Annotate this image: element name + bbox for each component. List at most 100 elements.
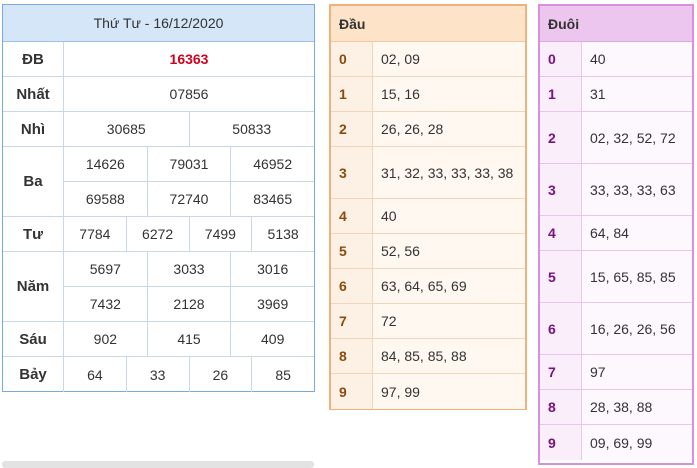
duoi-digit: 0 [540, 42, 582, 76]
results-table: Thứ Tư - 16/12/2020 ĐB 16363 Nhất 07856 Nhì 3… [2, 4, 315, 392]
duoi-row: 0 40 [540, 42, 692, 77]
dau-values: 02, 09 [373, 42, 525, 76]
duoi-values: 16, 26, 26, 56 [582, 303, 692, 354]
prize-number: 64 [87, 366, 103, 383]
prize-number: 5138 [251, 217, 314, 251]
dau-digit: 3 [331, 147, 373, 198]
dau-row: 6 63, 64, 65, 69 [331, 269, 525, 304]
prize-row: Nhì 30685 50833 [3, 112, 314, 147]
prize-number: 409 [230, 322, 314, 356]
dau-values: 97, 99 [373, 374, 525, 409]
dau-digit: 2 [331, 112, 373, 146]
duoi-digit: 1 [540, 77, 582, 111]
dau-row: 5 52, 56 [331, 234, 525, 269]
duoi-header: Đuôi [540, 6, 692, 42]
prize-number: 3969 [230, 287, 314, 321]
duoi-digit: 9 [540, 425, 582, 460]
duoi-values: 02, 32, 52, 72 [582, 112, 692, 163]
horizontal-scrollbar[interactable] [2, 461, 314, 468]
duoi-digit: 6 [540, 303, 582, 354]
duoi-row: 5 15, 65, 85, 85 [540, 251, 692, 303]
dau-row: 7 72 [331, 304, 525, 339]
dau-body: 0 02, 09 1 15, 16 2 26, 26, 28 3 31, 32, 33, 33… [331, 42, 525, 409]
dau-row: 3 31, 32, 33, 33, 33, 38 [331, 147, 525, 199]
duoi-values: 31 [582, 77, 692, 111]
prize-row: Tư 7784 6272 7499 5138 [3, 217, 314, 252]
dau-digit: 6 [331, 269, 373, 303]
duoi-row: 6 16, 26, 26, 56 [540, 303, 692, 355]
prize-row: Bảy 64 33 26 85 [3, 357, 314, 392]
results-body: ĐB 16363 Nhất 07856 Nhì 30685 50833 Ba 14626 7903… [3, 42, 314, 392]
prize-number: 6272 [125, 217, 189, 251]
prize-label: Ba [3, 147, 64, 216]
dau-table: Đầu 0 02, 09 1 15, 16 2 26, 26, 28 3 31, 32, 33… [329, 4, 527, 410]
dau-digit: 1 [331, 77, 373, 111]
duoi-digit: 3 [540, 164, 582, 215]
dau-digit: 4 [331, 199, 373, 233]
duoi-digit: 4 [540, 216, 582, 250]
prize-label: Bảy [3, 357, 64, 392]
prize-number: 79031 [146, 147, 231, 181]
dau-digit: 7 [331, 304, 373, 338]
prize-label: ĐB [3, 42, 64, 76]
prize-number: 5697 [89, 261, 121, 277]
prize-row: Ba 14626 79031 46952 69588 72740 83465 [3, 147, 314, 217]
prize-number: 7784 [79, 226, 111, 242]
prize-label: Tư [3, 217, 64, 251]
duoi-row: 1 31 [540, 77, 692, 112]
dau-digit: 9 [331, 374, 373, 409]
prize-number: 33 [125, 357, 189, 392]
prize-label: Sáu [3, 322, 64, 356]
duoi-row: 3 33, 33, 33, 63 [540, 164, 692, 216]
dau-values: 40 [373, 199, 525, 233]
dau-values: 52, 56 [373, 234, 525, 268]
duoi-values: 97 [582, 355, 692, 389]
duoi-row: 9 09, 69, 99 [540, 425, 692, 460]
prize-number: 69588 [85, 191, 125, 207]
dau-row: 8 84, 85, 85, 88 [331, 339, 525, 374]
prize-number: 415 [146, 322, 231, 356]
prize-number: 72740 [146, 182, 231, 216]
prize-row: ĐB 16363 [3, 42, 314, 77]
duoi-digit: 5 [540, 251, 582, 302]
dau-values: 84, 85, 85, 88 [373, 339, 525, 373]
duoi-digit: 2 [540, 112, 582, 163]
dau-row: 9 97, 99 [331, 374, 525, 409]
prize-row: Nhất 07856 [3, 77, 314, 112]
prize-number: 3016 [230, 252, 314, 286]
prize-row: Năm 5697 3033 3016 7432 2128 3969 [3, 252, 314, 322]
dau-digit: 0 [331, 42, 373, 76]
dau-row: 4 40 [331, 199, 525, 234]
prize-number: 902 [93, 331, 118, 347]
dau-digit: 5 [331, 234, 373, 268]
prize-number: 07856 [169, 86, 209, 102]
dau-values: 72 [373, 304, 525, 338]
duoi-body: 0 40 1 31 2 02, 32, 52, 72 3 33, 33, 33, 63 4 64,… [540, 42, 692, 460]
duoi-values: 64, 84 [582, 216, 692, 250]
prize-number: 50833 [188, 112, 315, 146]
duoi-row: 8 28, 38, 88 [540, 390, 692, 425]
prize-number: 7499 [188, 217, 252, 251]
prize-label: Nhì [3, 112, 64, 146]
prize-label: Nhất [3, 77, 64, 111]
dau-values: 26, 26, 28 [373, 112, 525, 146]
dau-values: 15, 16 [373, 77, 525, 111]
dau-row: 1 15, 16 [331, 77, 525, 112]
prize-number: 2128 [146, 287, 231, 321]
special-prize-number: 16363 [169, 51, 209, 67]
prize-number: 46952 [230, 147, 314, 181]
prize-number: 83465 [230, 182, 314, 216]
duoi-row: 4 64, 84 [540, 216, 692, 251]
dau-row: 0 02, 09 [331, 42, 525, 77]
prize-number: 3033 [146, 252, 231, 286]
duoi-row: 7 97 [540, 355, 692, 390]
prize-number: 26 [188, 357, 252, 392]
dau-header: Đầu [331, 6, 525, 42]
results-title: Thứ Tư - 16/12/2020 [3, 5, 314, 42]
dau-values: 31, 32, 33, 33, 33, 38 [373, 147, 525, 198]
prize-row: Sáu 902 415 409 [3, 322, 314, 357]
prize-number: 30685 [106, 121, 146, 137]
duoi-digit: 7 [540, 355, 582, 389]
dau-row: 2 26, 26, 28 [331, 112, 525, 147]
duoi-values: 09, 69, 99 [582, 425, 692, 460]
